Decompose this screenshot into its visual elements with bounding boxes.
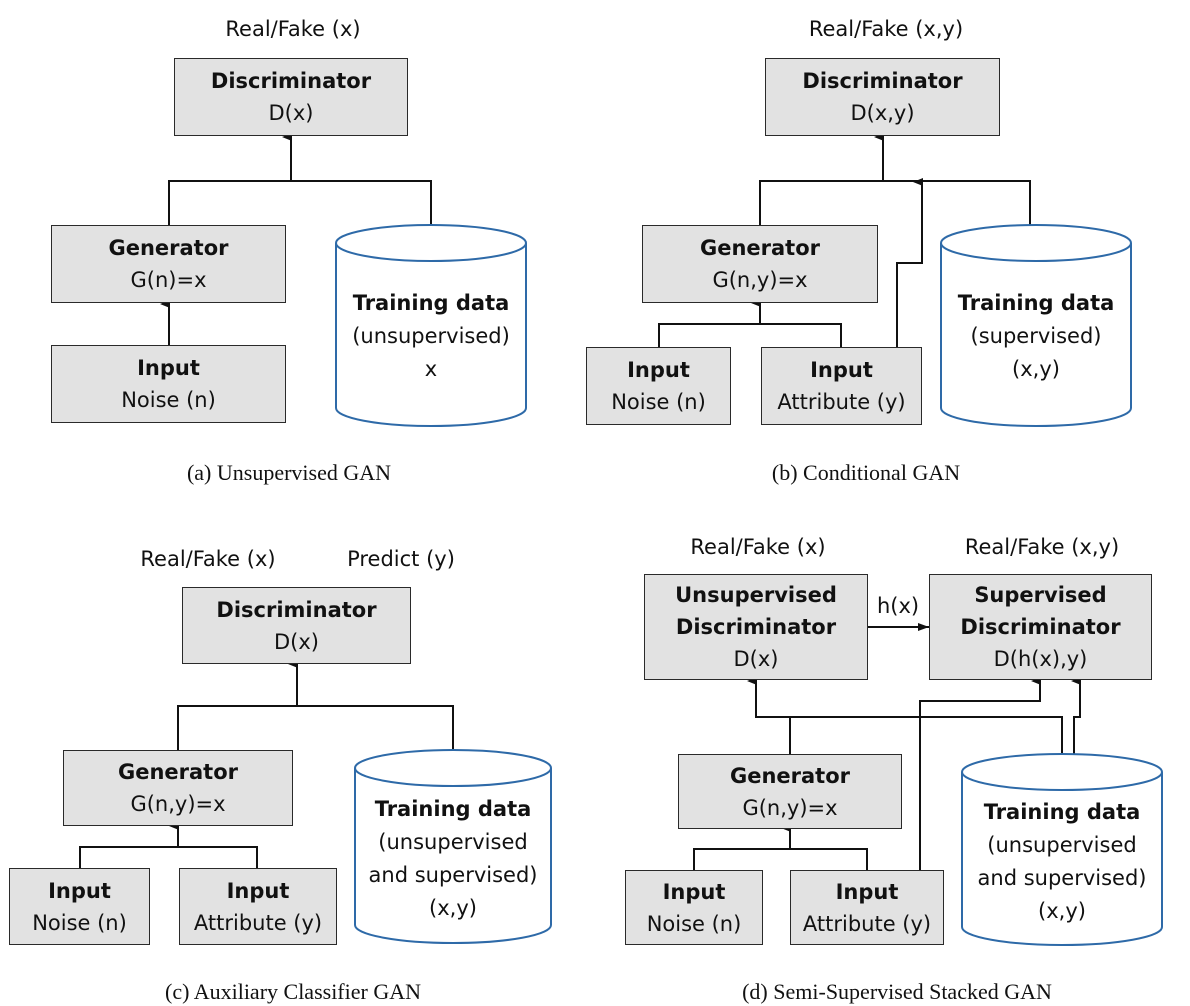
input-attribute-c: Input Attribute (y) — [179, 868, 337, 945]
generator-title: Generator — [117, 760, 239, 784]
generator-formula: G(n,y)=x — [742, 795, 838, 820]
input-title: Input — [48, 878, 111, 903]
supervised-discriminator-d: Supervised Discriminator D(h(x),y) — [929, 574, 1152, 680]
discriminator-title: Discriminator — [802, 69, 963, 93]
discriminator-formula: D(x,y) — [850, 101, 915, 125]
training-line: (supervised) — [970, 324, 1102, 348]
generator-title: Generator — [108, 236, 229, 260]
wire-b-gen-disc — [759, 180, 1031, 225]
generator-title: Generator — [699, 236, 821, 260]
input-sub: Attribute (y) — [777, 390, 906, 414]
input-title: Input — [627, 358, 690, 382]
training-data-a-text: Training data (unsupervised) x — [352, 287, 510, 386]
input-noise-c: Input Noise (n) — [9, 868, 150, 945]
input-sub: Attribute (y) — [802, 911, 932, 936]
discriminator-title: Unsupervised — [675, 583, 837, 607]
input-attribute-d: Input Attribute (y) — [790, 870, 944, 945]
training-line: x — [424, 357, 438, 381]
input-title: Input — [835, 879, 899, 904]
input-sub: Noise (n) — [121, 388, 216, 412]
input-title: Input — [137, 356, 200, 380]
predict-label-c: Predict (y) — [347, 547, 455, 571]
training-line: (x,y) — [1012, 357, 1060, 381]
arrow-b-attr-disc — [896, 178, 923, 347]
input-sub: Noise (n) — [32, 910, 127, 935]
input-sub: Noise (n) — [646, 911, 742, 936]
input-title: Input — [662, 879, 726, 904]
generator-formula: G(n,y)=x — [712, 268, 808, 292]
discriminator-title: Supervised — [974, 583, 1107, 607]
arrow-d-train-sup — [1071, 677, 1081, 754]
input-sub: Noise (n) — [611, 390, 706, 414]
generator-c: Generator G(n,y)=x — [63, 750, 293, 826]
wire-a-gen-disc — [168, 180, 432, 225]
caption-b: (b) Conditional GAN — [771, 460, 961, 485]
wire-d-inputs-gen — [693, 848, 868, 870]
training-data-d-text: Training data (unsupervised and supervis… — [978, 796, 1147, 928]
training-line: and supervised) — [368, 863, 538, 887]
input-title: Input — [226, 878, 290, 903]
generator-formula: G(n,y)=x — [130, 792, 226, 816]
training-line: (unsupervised — [987, 833, 1137, 857]
training-data-b-text: Training data (supervised) (x,y) — [958, 287, 1115, 386]
generator-formula: G(n)=x — [130, 268, 207, 292]
training-line: (unsupervised) — [352, 324, 510, 348]
discriminator-formula: D(x) — [268, 101, 314, 125]
generator-a: Generator G(n)=x — [51, 225, 286, 303]
discriminator-title: Discriminator — [675, 615, 837, 639]
unsupervised-discriminator-d: Unsupervised Discriminator D(x) — [644, 574, 868, 680]
training-line: and supervised) — [977, 866, 1147, 890]
output-label-b: Real/Fake (x,y) — [808, 17, 964, 41]
hx-label: h(x) — [876, 594, 920, 618]
caption-a: (a) Unsupervised GAN — [186, 460, 392, 485]
input-noise-d: Input Noise (n) — [625, 870, 763, 945]
input-noise-a: Input Noise (n) — [51, 345, 286, 423]
generator-b: Generator G(n,y)=x — [642, 225, 878, 303]
generator-d: Generator G(n,y)=x — [678, 754, 902, 829]
output-label-d-left: Real/Fake (x) — [690, 535, 826, 559]
discriminator-title: Discriminator — [210, 69, 372, 93]
wire-c-gen-disc — [177, 705, 454, 750]
wire-c-inputs-gen — [79, 846, 258, 868]
discriminator-title: Discriminator — [960, 615, 1121, 639]
discriminator-formula: D(x) — [274, 629, 319, 654]
arrow-d-to-unsup — [747, 677, 1063, 754]
training-line: (x,y) — [1038, 899, 1086, 923]
caption-d: (d) Semi-Supervised Stacked GAN — [742, 979, 1052, 1004]
discriminator-formula: D(x) — [733, 647, 779, 671]
training-title: Training data — [957, 291, 1115, 315]
training-data-c-text: Training data (unsupervised and supervis… — [369, 793, 538, 925]
discriminator-formula: D(h(x),y) — [993, 647, 1088, 671]
wire-b-inputs-gen — [658, 323, 842, 347]
input-attribute-b: Input Attribute (y) — [761, 347, 922, 425]
training-line: (x,y) — [429, 896, 477, 920]
output-label-a: Real/Fake (x) — [225, 17, 361, 41]
discriminator-title: Discriminator — [216, 597, 377, 622]
generator-title: Generator — [729, 763, 851, 788]
output-label-c: Real/Fake (x) — [140, 547, 276, 571]
training-title: Training data — [983, 800, 1141, 824]
discriminator-a: Discriminator D(x) — [174, 58, 408, 136]
discriminator-c: Discriminator D(x) — [182, 587, 411, 664]
training-title: Training data — [374, 797, 532, 821]
training-title: Training data — [352, 291, 510, 315]
output-label-d-right: Real/Fake (x,y) — [964, 535, 1120, 559]
input-noise-b: Input Noise (n) — [586, 347, 731, 425]
input-sub: Attribute (y) — [193, 910, 323, 935]
caption-c: (c) Auxiliary Classifier GAN — [165, 979, 421, 1004]
training-line: (unsupervised — [378, 830, 528, 854]
input-title: Input — [810, 358, 873, 382]
discriminator-b: Discriminator D(x,y) — [765, 58, 1000, 136]
